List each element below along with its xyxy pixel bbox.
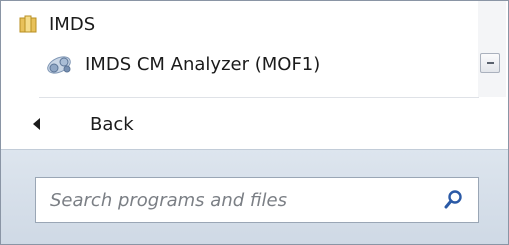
- scrollbar-track[interactable]: [478, 1, 506, 97]
- scroll-collapse-icon: [486, 62, 494, 64]
- scroll-collapse-button[interactable]: [480, 53, 500, 73]
- back-label: Back: [90, 113, 134, 135]
- search-input[interactable]: [36, 178, 442, 222]
- folder-imds[interactable]: IMDS: [19, 11, 95, 37]
- search-box[interactable]: [35, 177, 479, 223]
- program-imds-cm-analyzer[interactable]: IMDS CM Analyzer (MOF1): [45, 49, 320, 79]
- start-menu-panel: IMDS IMDS CM Analyzer (MOF1) Back: [0, 0, 509, 245]
- folder-icon: [19, 15, 37, 33]
- back-button[interactable]: Back: [33, 109, 134, 139]
- back-arrow-icon: [33, 118, 40, 130]
- program-label: IMDS CM Analyzer (MOF1): [85, 53, 321, 75]
- divider: [39, 97, 479, 98]
- folder-label: IMDS: [49, 13, 96, 35]
- app-icon: [45, 51, 75, 77]
- search-icon[interactable]: [442, 188, 466, 212]
